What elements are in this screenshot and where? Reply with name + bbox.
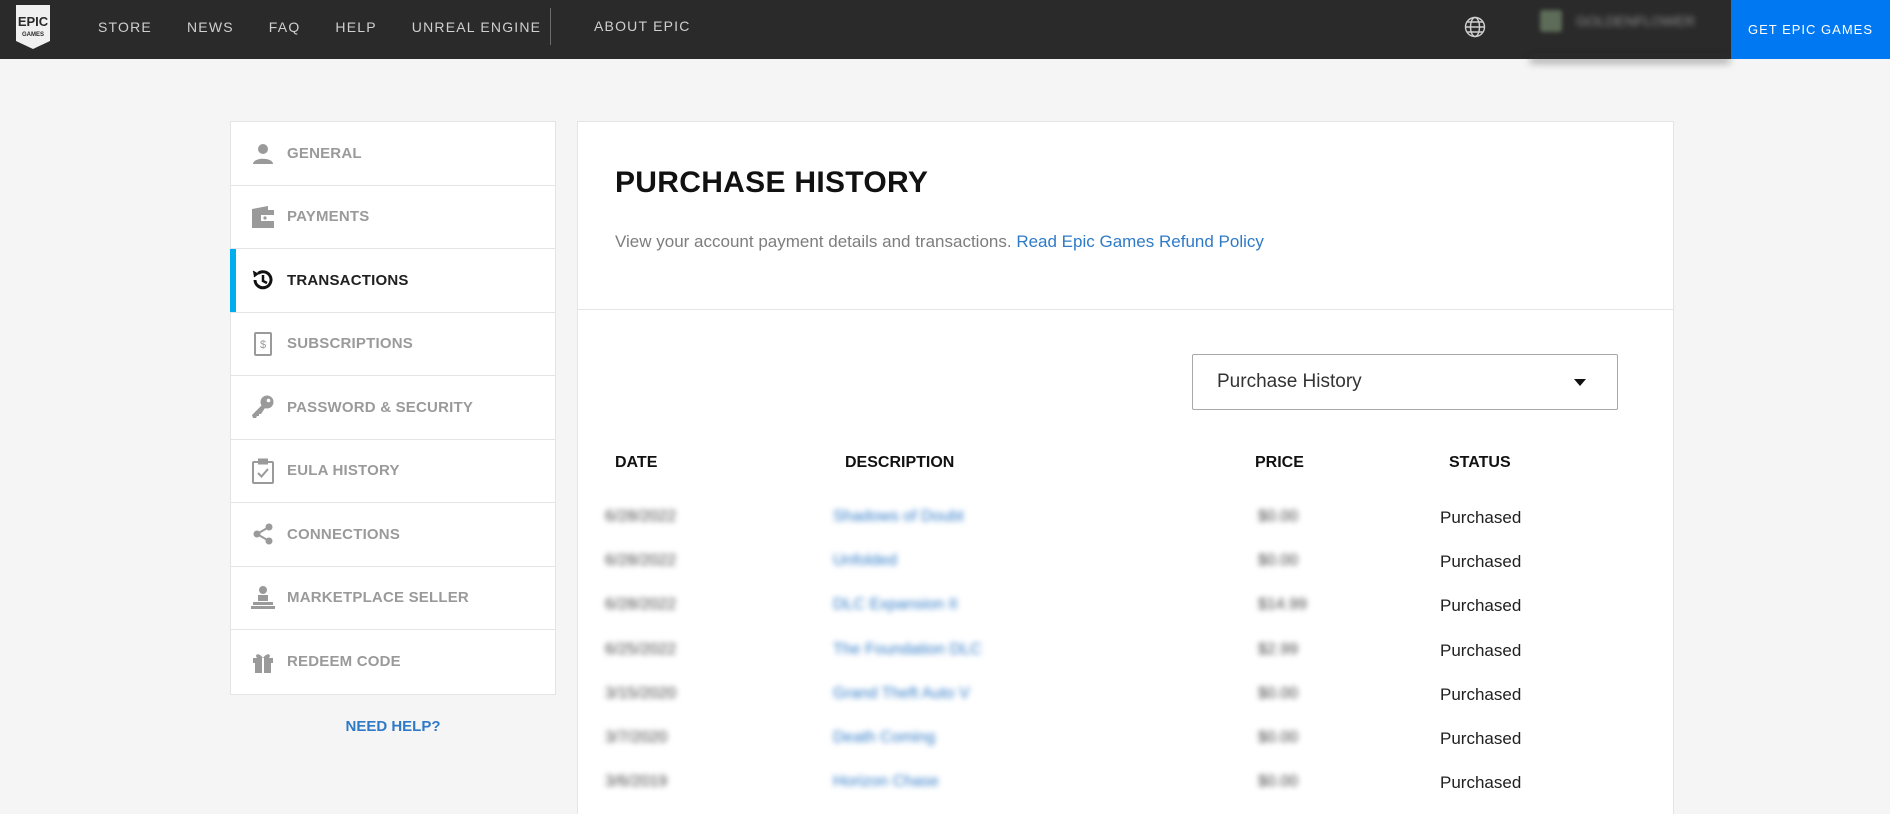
row-price: $2.99 xyxy=(1258,641,1299,658)
row-description-link[interactable]: Unfolded xyxy=(833,552,897,570)
sidebar-item-subscriptions[interactable]: $ SUBSCRIPTIONS xyxy=(231,313,555,376)
sidebar-item-connections[interactable]: CONNECTIONS xyxy=(231,503,555,567)
column-header-status: STATUS xyxy=(1449,454,1511,471)
nav-unreal-engine[interactable]: UNREAL ENGINE xyxy=(412,19,541,35)
nav-store[interactable]: STORE xyxy=(98,19,152,35)
row-description-link[interactable]: Grand Theft Auto V xyxy=(833,685,970,703)
sidebar-item-label: PAYMENTS xyxy=(287,208,370,226)
svg-text:$: $ xyxy=(260,339,266,351)
table-row: 3/6/2019 Horizon Chase $0.00 Purchased xyxy=(578,773,1675,814)
seller-icon xyxy=(249,584,277,612)
row-date: 3/6/2019 xyxy=(605,773,668,790)
purchase-history-panel: PURCHASE HISTORY View your account payme… xyxy=(577,121,1674,814)
row-status: Purchased xyxy=(1440,729,1522,748)
top-navigation: EPIC GAMES STORE NEWS FAQ HELP UNREAL EN… xyxy=(0,0,1890,59)
refund-policy-link[interactable]: Read Epic Games Refund Policy xyxy=(1016,232,1264,251)
table-row: 3/7/2020 Death Coming $0.00 Purchased xyxy=(578,729,1675,773)
table-row: 6/28/2022 Unfolded $0.00 Purchased xyxy=(578,552,1675,596)
globe-icon[interactable] xyxy=(1463,15,1487,39)
epic-games-logo[interactable]: EPIC GAMES xyxy=(13,4,53,50)
row-description-link[interactable]: Shadows of Doubt xyxy=(833,508,964,526)
sidebar-item-label: PASSWORD & SECURITY xyxy=(287,398,474,416)
sidebar-item-payments[interactable]: PAYMENTS xyxy=(231,186,555,249)
account-sidebar: GENERAL PAYMENTS TRANSACTIONS $ SUBSCRIP… xyxy=(230,121,556,695)
row-date: 3/15/2020 xyxy=(605,685,677,702)
gift-icon xyxy=(249,648,277,676)
row-date: 3/7/2020 xyxy=(605,729,668,746)
get-epic-games-button[interactable]: GET EPIC GAMES xyxy=(1731,0,1890,59)
row-status: Purchased xyxy=(1440,596,1522,615)
sidebar-item-label: SUBSCRIPTIONS xyxy=(287,335,413,353)
sidebar-item-label: GENERAL xyxy=(287,144,362,162)
column-header-date: DATE xyxy=(615,454,658,471)
sidebar-item-marketplace-seller[interactable]: MARKETPLACE SELLER xyxy=(231,567,555,630)
nav-help[interactable]: HELP xyxy=(335,19,376,35)
row-date: 6/28/2022 xyxy=(605,508,677,525)
key-icon xyxy=(249,393,277,421)
wallet-icon xyxy=(249,203,277,231)
sidebar-item-label: EULA HISTORY xyxy=(287,462,400,480)
column-header-price: PRICE xyxy=(1255,454,1304,471)
sidebar-item-eula-history[interactable]: EULA HISTORY xyxy=(231,440,555,503)
person-icon xyxy=(249,139,277,167)
nav-divider xyxy=(550,8,551,45)
row-status: Purchased xyxy=(1440,773,1522,792)
user-menu-shadow xyxy=(1530,53,1730,59)
row-price: $0.00 xyxy=(1258,773,1299,790)
need-help-link[interactable]: NEED HELP? xyxy=(230,718,556,735)
table-row: 6/28/2022 Shadows of Doubt $0.00 Purchas… xyxy=(578,508,1675,552)
row-date: 6/25/2022 xyxy=(605,641,677,658)
sidebar-item-redeem-code[interactable]: REDEEM CODE xyxy=(231,630,555,694)
receipt-dollar-icon: $ xyxy=(249,330,277,358)
page-subtitle: View your account payment details and tr… xyxy=(615,232,1264,252)
panel-header xyxy=(578,122,1673,310)
table-row: 3/15/2020 Grand Theft Auto V $0.00 Purch… xyxy=(578,685,1675,729)
row-status: Purchased xyxy=(1440,552,1522,571)
sidebar-item-label: CONNECTIONS xyxy=(287,525,401,543)
dropdown-value: Purchase History xyxy=(1217,371,1362,392)
sidebar-item-label: TRANSACTIONS xyxy=(287,271,409,289)
row-price: $14.99 xyxy=(1258,596,1307,613)
row-price: $0.00 xyxy=(1258,685,1299,702)
row-status: Purchased xyxy=(1440,508,1522,527)
username: GOLDENFLOWER xyxy=(1576,13,1696,29)
row-price: $0.00 xyxy=(1258,729,1299,746)
nav-about-epic[interactable]: ABOUT EPIC xyxy=(594,18,691,34)
table-row: 6/25/2022 The Foundation DLC $2.99 Purch… xyxy=(578,641,1675,685)
row-status: Purchased xyxy=(1440,641,1522,660)
clipboard-check-icon xyxy=(249,457,277,485)
row-price: $0.00 xyxy=(1258,552,1299,569)
table-row: 6/28/2022 DLC Expansion II $14.99 Purcha… xyxy=(578,596,1675,640)
history-filter-dropdown[interactable]: Purchase History xyxy=(1192,354,1618,410)
history-icon xyxy=(249,266,277,294)
nav-faq[interactable]: FAQ xyxy=(269,19,301,35)
row-date: 6/28/2022 xyxy=(605,552,677,569)
row-price: $0.00 xyxy=(1258,508,1299,525)
row-description-link[interactable]: The Foundation DLC xyxy=(833,641,982,659)
row-status: Purchased xyxy=(1440,685,1522,704)
share-icon xyxy=(249,520,277,548)
sidebar-item-label: MARKETPLACE SELLER xyxy=(287,589,469,607)
svg-text:EPIC: EPIC xyxy=(18,14,49,29)
avatar xyxy=(1540,10,1562,32)
subtitle-text: View your account payment details and tr… xyxy=(615,232,1012,251)
sidebar-item-password-security[interactable]: PASSWORD & SECURITY xyxy=(231,376,555,440)
row-description-link[interactable]: Horizon Chase xyxy=(833,773,939,791)
row-description-link[interactable]: DLC Expansion II xyxy=(833,596,958,614)
caret-down-icon xyxy=(1574,379,1586,386)
sidebar-item-transactions[interactable]: TRANSACTIONS xyxy=(230,249,555,313)
user-account-menu[interactable]: GOLDENFLOWER xyxy=(1540,10,1695,32)
column-header-description: DESCRIPTION xyxy=(845,454,955,471)
svg-text:GAMES: GAMES xyxy=(22,32,44,38)
nav-news[interactable]: NEWS xyxy=(187,19,234,35)
row-date: 6/28/2022 xyxy=(605,596,677,613)
sidebar-item-label: REDEEM CODE xyxy=(287,653,401,671)
row-description-link[interactable]: Death Coming xyxy=(833,729,935,747)
main-nav-links: STORE NEWS FAQ HELP UNREAL ENGINE xyxy=(98,0,576,53)
sidebar-item-general[interactable]: GENERAL xyxy=(231,122,555,186)
page-title: PURCHASE HISTORY xyxy=(615,166,929,199)
